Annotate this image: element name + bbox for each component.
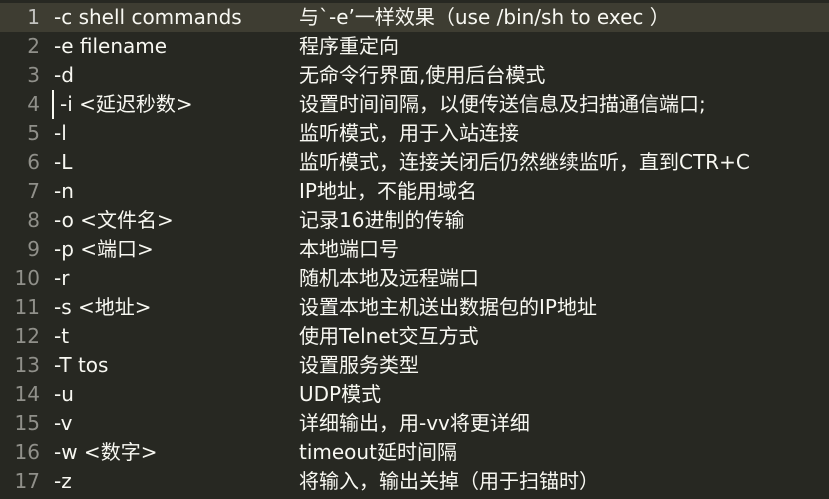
editor-line[interactable]: 4 -i <延迟秒数> 设置时间间隔，以便传送信息及扫描通信端口; (0, 90, 829, 119)
line-number: 7 (27, 179, 40, 203)
option-description: IP地址，不能用域名 (299, 179, 477, 203)
editor-line[interactable]: 1 -c shell commands 与`-e’一样效果（use /bin/s… (0, 3, 829, 32)
option-description: 记录16进制的传输 (299, 208, 465, 232)
editor-line[interactable]: 10 -r 随机本地及远程端口 (0, 264, 829, 293)
option-description: 无命令行界面,使用后台模式 (299, 63, 546, 87)
option-description: 设置时间间隔，以便传送信息及扫描通信端口; (299, 92, 706, 116)
option-flag: -T tos (54, 353, 109, 377)
option-description: 监听模式，用于入站连接 (299, 121, 519, 145)
option-flag: -v (54, 411, 73, 435)
line-number: 11 (14, 295, 40, 319)
option-description: 将输入，输出关掉（用于扫锚时） (299, 469, 599, 493)
line-number: 8 (27, 208, 40, 232)
editor-line[interactable]: 11 -s <地址> 设置本地主机送出数据包的IP地址 (0, 293, 829, 322)
option-flag: -r (54, 266, 70, 290)
line-number: 14 (14, 382, 40, 406)
option-flag: -d (54, 63, 74, 87)
line-number: 1 (27, 5, 40, 29)
editor-line[interactable]: 14 -u UDP模式 (0, 380, 829, 409)
text-cursor (52, 90, 54, 119)
editor-line[interactable]: 16 -w <数字> timeout延时间隔 (0, 438, 829, 467)
editor-line[interactable]: 15 -v 详细输出，用-vv将更详细 (0, 409, 829, 438)
line-number: 17 (14, 469, 40, 493)
option-description: UDP模式 (299, 382, 382, 406)
line-number: 6 (27, 150, 40, 174)
option-description: 随机本地及远程端口 (299, 266, 479, 290)
editor-line[interactable]: 6 -L 监听模式，连接关闭后仍然继续监听，直到CTR+C (0, 148, 829, 177)
editor-line[interactable]: 7 -n IP地址，不能用域名 (0, 177, 829, 206)
option-description: 程序重定向 (299, 34, 399, 58)
option-flag: -i <延迟秒数> (60, 92, 193, 116)
line-number: 13 (14, 353, 40, 377)
line-number: 15 (14, 411, 40, 435)
line-number: 4 (27, 92, 40, 116)
option-description: 本地端口号 (299, 237, 399, 261)
option-flag: -l (54, 121, 67, 145)
line-number: 9 (27, 237, 40, 261)
option-flag: -o <文件名> (54, 208, 174, 232)
option-description: timeout延时间隔 (299, 440, 457, 464)
option-description: 设置服务类型 (299, 353, 419, 377)
option-flag: -c shell commands (54, 5, 242, 29)
line-number: 2 (27, 34, 40, 58)
editor-line[interactable]: 2 -e filename 程序重定向 (0, 32, 829, 61)
line-number: 10 (14, 266, 40, 290)
option-flag: -n (54, 179, 74, 203)
line-number: 12 (14, 324, 40, 348)
option-flag: -w <数字> (54, 440, 158, 464)
editor-line[interactable]: 3 -d 无命令行界面,使用后台模式 (0, 61, 829, 90)
option-flag: -u (54, 382, 74, 406)
option-description: 与`-e’一样效果（use /bin/sh to exec ） (299, 5, 670, 29)
option-description: 监听模式，连接关闭后仍然继续监听，直到CTR+C (299, 150, 750, 174)
editor-line[interactable]: 12 -t 使用Telnet交互方式 (0, 322, 829, 351)
editor-line[interactable]: 13 -T tos 设置服务类型 (0, 351, 829, 380)
editor-line[interactable]: 5 -l 监听模式，用于入站连接 (0, 119, 829, 148)
editor-line[interactable]: 9 -p <端口> 本地端口号 (0, 235, 829, 264)
editor-line[interactable]: 8 -o <文件名> 记录16进制的传输 (0, 206, 829, 235)
text-editor[interactable]: 1 -c shell commands 与`-e’一样效果（use /bin/s… (0, 0, 829, 499)
option-flag: -t (54, 324, 70, 348)
line-number: 16 (14, 440, 40, 464)
option-description: 使用Telnet交互方式 (299, 324, 479, 348)
option-flag: -s <地址> (54, 295, 152, 319)
option-flag: -L (54, 150, 73, 174)
option-flag: -e filename (54, 34, 168, 58)
option-flag: -p <端口> (54, 237, 154, 261)
option-description: 设置本地主机送出数据包的IP地址 (299, 295, 597, 319)
option-description: 详细输出，用-vv将更详细 (299, 411, 530, 435)
editor-line[interactable]: 17 -z 将输入，输出关掉（用于扫锚时） (0, 467, 829, 496)
line-number: 3 (27, 63, 40, 87)
option-flag: -z (54, 469, 72, 493)
line-number: 5 (27, 121, 40, 145)
